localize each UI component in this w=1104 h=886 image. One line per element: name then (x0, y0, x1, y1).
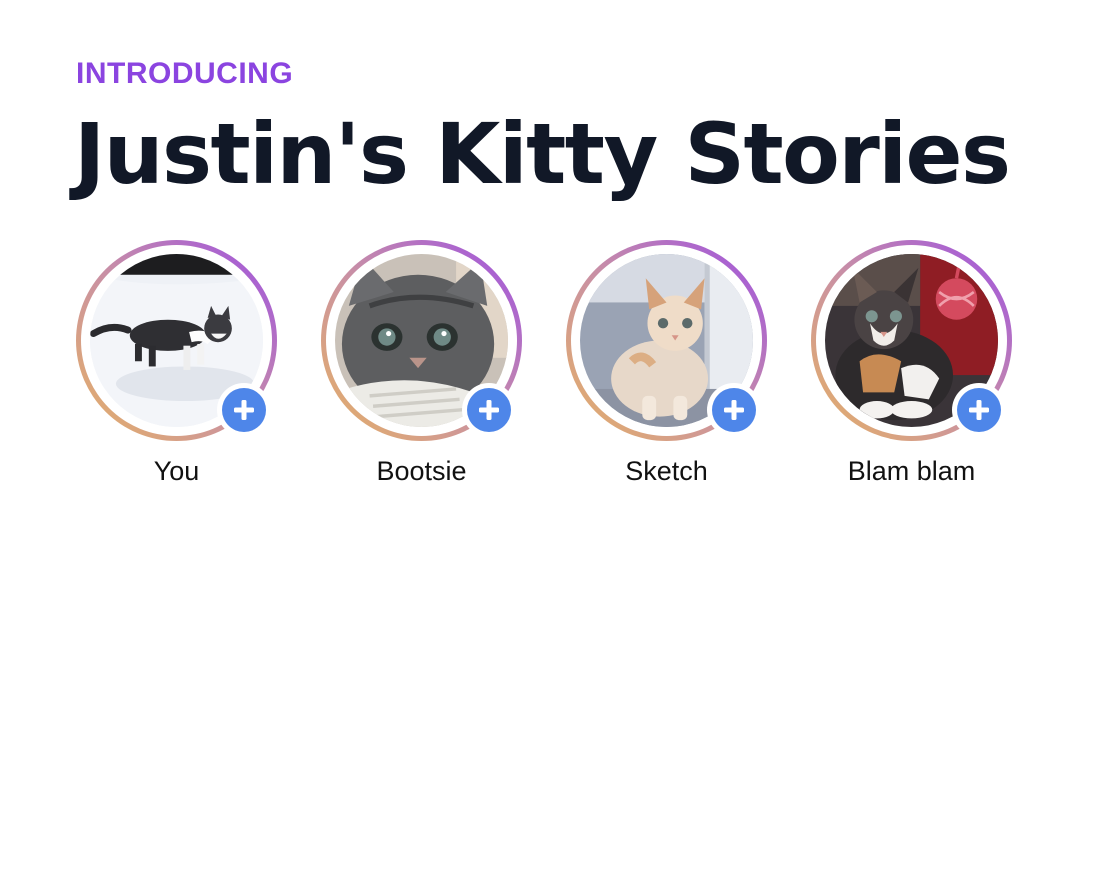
story-bootsie[interactable]: Bootsie (321, 240, 522, 487)
story-label: Blam blam (847, 456, 976, 486)
add-story-button[interactable] (217, 383, 271, 437)
story-label: Bootsie (376, 456, 467, 486)
story-sketch[interactable]: Sketch (566, 240, 767, 487)
plus-icon (234, 400, 254, 420)
plus-icon (724, 400, 744, 420)
stories-row: You Bootsie Sketch Blam blam (76, 240, 1012, 487)
page: INTRODUCING Justin's Kitty Stories You B… (74, 56, 1076, 486)
plus-icon (479, 400, 499, 420)
add-story-button[interactable] (952, 383, 1006, 437)
eyebrow-label: INTRODUCING (76, 57, 294, 90)
story-ring[interactable] (76, 240, 277, 441)
page-title: Justin's Kitty Stories (74, 105, 1011, 203)
story-label: Sketch (625, 456, 708, 486)
story-ring[interactable] (321, 240, 522, 441)
story-blam-blam[interactable]: Blam blam (811, 240, 1012, 487)
add-story-button[interactable] (707, 383, 761, 437)
add-story-button[interactable] (462, 383, 516, 437)
plus-icon (969, 400, 989, 420)
story-label: You (153, 456, 200, 486)
story-ring[interactable] (566, 240, 767, 441)
story-ring[interactable] (811, 240, 1012, 441)
story-you[interactable]: You (76, 240, 277, 487)
